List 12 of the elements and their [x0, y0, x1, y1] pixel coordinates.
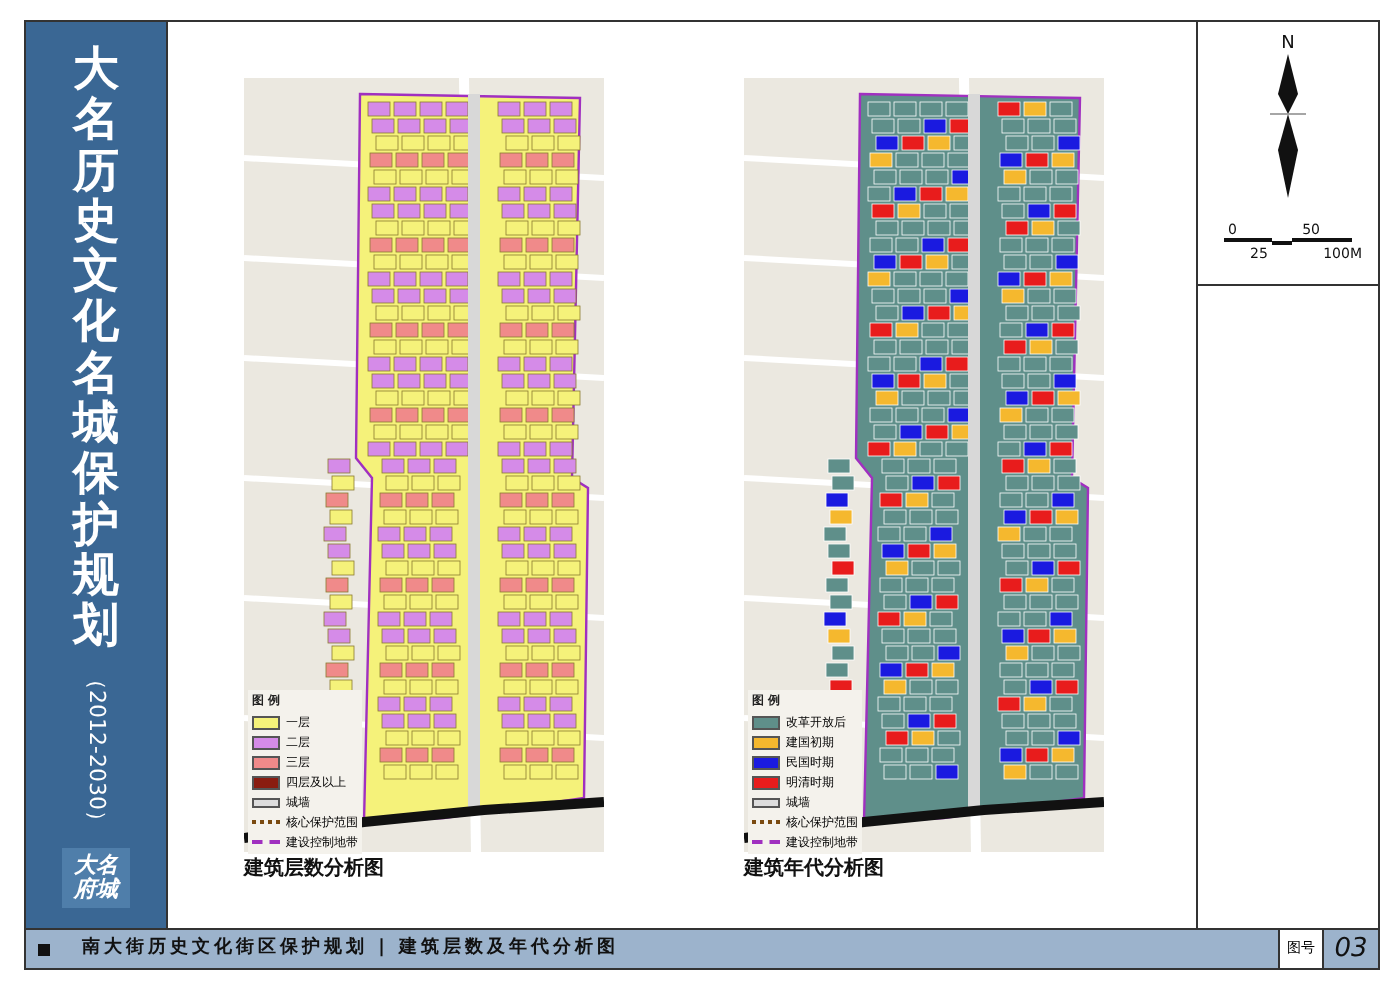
north-arrow-icon	[1270, 54, 1306, 198]
plan-title: 大名历史文化名城保护规划	[73, 46, 119, 654]
plan-years: （2012-2030）	[82, 668, 110, 833]
north-label: N	[1281, 34, 1295, 54]
bullet-icon	[38, 943, 50, 955]
map-caption: 建筑层数分析图	[244, 858, 386, 882]
footer-title: 南大街历史文化街区保护规划 | 建筑层数及年代分析图	[82, 935, 620, 962]
seal-text: 府城	[74, 878, 118, 903]
seal-text: 大名	[74, 854, 118, 879]
map-caption: 建筑年代分析图	[744, 858, 886, 882]
scale-bar-icon	[1224, 238, 1352, 246]
figure-number: 03	[1322, 930, 1378, 968]
